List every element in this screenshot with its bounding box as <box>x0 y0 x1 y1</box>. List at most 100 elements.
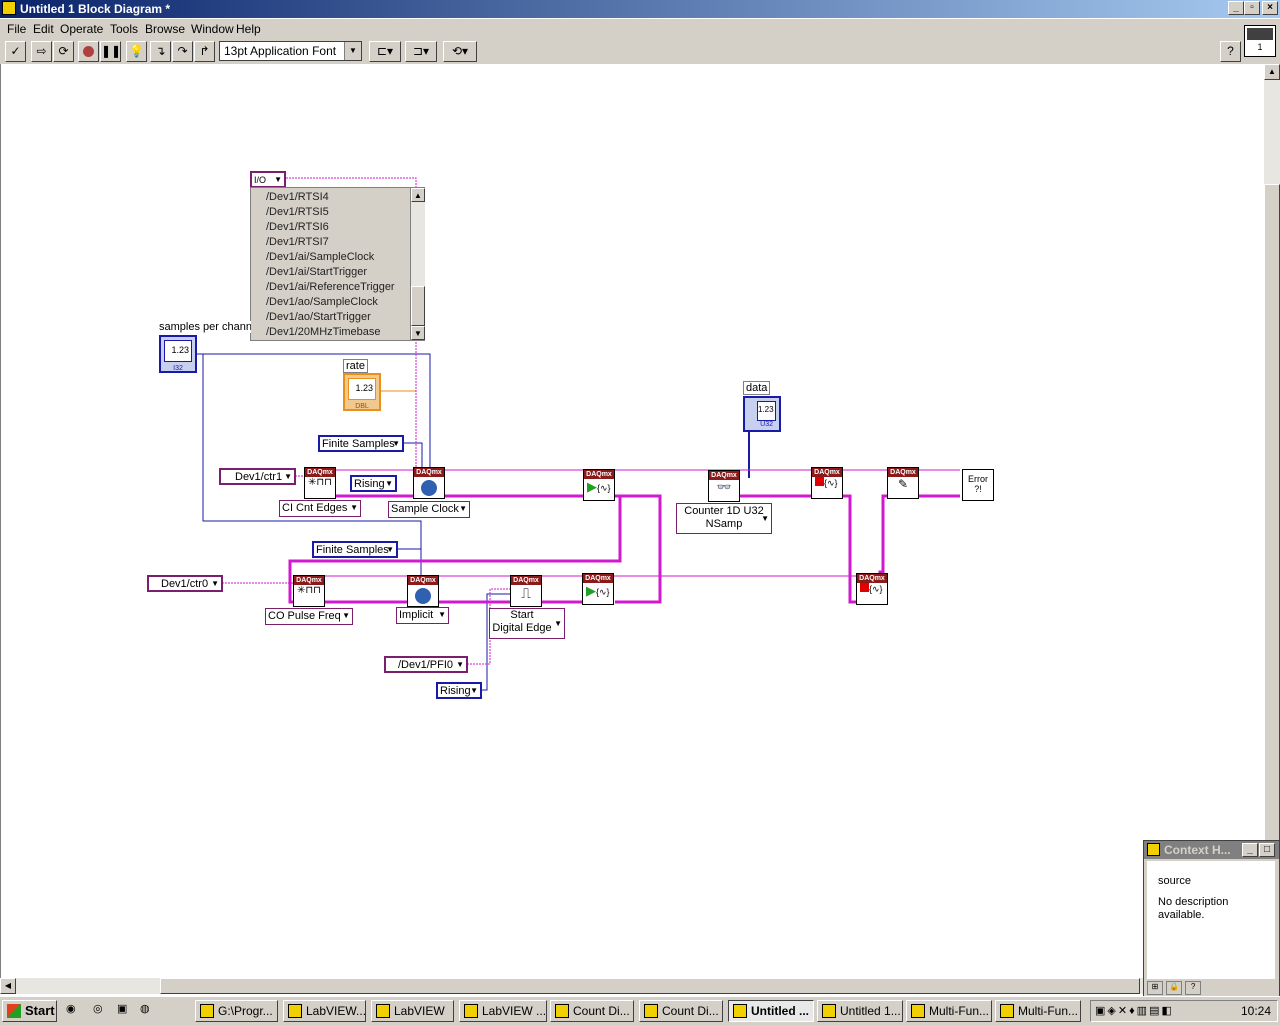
daqmx-header: DAQmx <box>511 576 541 585</box>
data-indicator[interactable]: 1.23 U32 <box>743 396 781 432</box>
daqmx-start-task-1[interactable]: DAQmx ▶{∿} <box>583 469 615 501</box>
rising-value: Rising <box>354 478 385 490</box>
io-icon: I/O <box>254 175 267 185</box>
wire-blue-samples <box>197 353 431 470</box>
list-scrollbar[interactable]: ▲ ▼ <box>410 188 425 340</box>
counter-read-selector[interactable]: Counter 1D U32 NSamp ▼ <box>676 503 772 534</box>
start-trigger-selector[interactable]: Start Digital Edge ▼ <box>489 608 565 639</box>
list-item[interactable]: /Dev1/RTSI7 <box>266 236 329 248</box>
daqmx-start-task-2[interactable]: DAQmx ▶{∿} <box>582 573 614 605</box>
daqmx-header: DAQmx <box>584 470 614 479</box>
daqmx-timing-implicit[interactable]: DAQmx <box>407 575 439 607</box>
dev1-ctr1-constant[interactable]: Dev1/ctr1 ▼ <box>219 468 296 485</box>
daqmx-header: DAQmx <box>305 468 335 477</box>
rate-control[interactable]: 1.23 DBL <box>343 373 381 411</box>
help-icon[interactable]: ? <box>1185 981 1202 995</box>
list-item[interactable]: /Dev1/RTSI6 <box>266 221 329 233</box>
quicklaunch-explorer-icon[interactable]: ◎ <box>93 1002 111 1020</box>
dev1-ctr1-value: Dev1/ctr1 <box>235 471 283 483</box>
chevron-down-icon: ▼ <box>350 503 358 512</box>
scroll-thumb[interactable] <box>1264 184 1280 884</box>
rising-constant-2[interactable]: Rising ▼ <box>436 682 482 699</box>
task-count-di-2[interactable]: Count Di... <box>639 1000 723 1022</box>
samples-per-channel-control[interactable]: 1.23 I32 <box>159 335 197 373</box>
numeric-value: 1.23 <box>348 378 376 400</box>
minimize-button[interactable]: _ <box>1242 843 1258 857</box>
scroll-up-icon[interactable]: ▲ <box>411 188 425 202</box>
detailed-help-icon[interactable]: 🔒 <box>1166 981 1183 995</box>
maximize-button[interactable]: □ <box>1259 843 1275 857</box>
task-multi-fun-2[interactable]: Multi-Fun... <box>995 1000 1081 1022</box>
list-item[interactable]: /Dev1/ai/StartTrigger <box>266 266 367 278</box>
scroll-down-icon[interactable]: ▼ <box>411 326 425 340</box>
task-label: LabVIEW... <box>306 1004 366 1018</box>
list-item[interactable]: /Dev1/ao/StartTrigger <box>266 311 371 323</box>
quicklaunch-firefox-icon[interactable]: ◍ <box>140 1002 158 1020</box>
ci-cnt-edges-selector[interactable]: CI Cnt Edges ▼ <box>279 500 361 517</box>
implicit-value: Implicit <box>399 609 434 621</box>
start-trigger-line2: Digital Edge <box>492 622 552 634</box>
implicit-selector[interactable]: Implicit ▼ <box>396 607 449 624</box>
scroll-up-icon[interactable]: ▲ <box>1264 64 1280 80</box>
daqmx-stop-task-1[interactable]: DAQmx {∿} <box>811 467 843 499</box>
simple-error-handler[interactable]: Error?! <box>962 469 994 501</box>
task-untitled-1[interactable]: Untitled 1... <box>817 1000 903 1022</box>
sample-clock-value: Sample Clock <box>391 503 459 515</box>
folder-icon <box>200 1004 214 1018</box>
task-untitled-active[interactable]: Untitled ... <box>728 1000 814 1022</box>
task-folder[interactable]: G:\Progr... <box>195 1000 278 1022</box>
rising-constant-1[interactable]: Rising ▼ <box>350 475 397 492</box>
scroll-thumb[interactable] <box>411 286 425 326</box>
list-item[interactable]: /Dev1/ai/ReferenceTrigger <box>266 281 395 293</box>
task-labview-help[interactable]: LabVIEW ... <box>459 1000 547 1022</box>
task-labview-browser[interactable]: LabVIEW... <box>283 1000 366 1022</box>
start-button[interactable]: Start <box>2 1000 57 1022</box>
quicklaunch-app-icon[interactable]: ▣ <box>117 1002 135 1020</box>
list-item[interactable]: /Dev1/20MHzTimebase <box>266 326 381 338</box>
finite-samples-constant-2[interactable]: Finite Samples ▼ <box>312 541 398 558</box>
chevron-down-icon: ▼ <box>211 579 219 588</box>
list-item[interactable]: /Dev1/ao/SampleClock <box>266 296 378 308</box>
lock-icon[interactable]: ⊞ <box>1147 981 1163 995</box>
scroll-thumb[interactable] <box>160 978 1140 994</box>
list-item[interactable]: /Dev1/RTSI4 <box>266 191 329 203</box>
finite-samples-constant-1[interactable]: Finite Samples ▼ <box>318 435 404 452</box>
tray-icons[interactable]: ▣◈✕♦▥▤◧ <box>1095 1004 1174 1017</box>
daqmx-timing-sample-clock[interactable]: DAQmx <box>413 467 445 499</box>
list-item[interactable]: /Dev1/RTSI5 <box>266 206 329 218</box>
daqmx-trigger[interactable]: DAQmx ⎍ <box>510 575 542 607</box>
chevron-down-icon: ▼ <box>284 472 292 481</box>
firefox-icon <box>288 1004 302 1018</box>
source-constant[interactable]: I/O ▼ <box>250 171 286 188</box>
daqmx-read[interactable]: DAQmx 👓 <box>708 470 740 502</box>
daqmx-clear-task[interactable]: DAQmx ✎ <box>887 467 919 499</box>
source-dropdown-list[interactable]: /Dev1/RTSI4 /Dev1/RTSI5 /Dev1/RTSI6 /Dev… <box>250 187 425 341</box>
numeric-value: 1.23 <box>164 340 192 362</box>
sample-clock-selector[interactable]: Sample Clock ▼ <box>388 501 470 518</box>
dev1-ctr0-constant[interactable]: Dev1/ctr0 ▼ <box>147 575 223 592</box>
daqmx-header: DAQmx <box>414 468 444 477</box>
quicklaunch-ie-icon[interactable]: ◉ <box>66 1002 84 1020</box>
chevron-down-icon: ▼ <box>392 439 400 448</box>
type-u32: U32 <box>760 421 773 428</box>
task-count-di-1[interactable]: Count Di... <box>550 1000 634 1022</box>
error-text: Error <box>968 474 988 484</box>
daqmx-stop-task-2[interactable]: DAQmx {∿} <box>856 573 888 605</box>
chevron-down-icon: ▼ <box>274 175 282 184</box>
co-pulse-freq-selector[interactable]: CO Pulse Freq ▼ <box>265 608 353 625</box>
list-item[interactable]: /Dev1/ai/SampleClock <box>266 251 374 263</box>
context-help-title: Context H... <box>1164 843 1231 857</box>
context-help-item: source <box>1158 875 1192 887</box>
task-label: Count Di... <box>662 1004 719 1018</box>
finite-samples-value: Finite Samples <box>322 438 395 450</box>
task-labview[interactable]: LabVIEW <box>371 1000 454 1022</box>
daqmx-create-channel-ci[interactable]: DAQmx ✳⊓⊓ <box>304 467 336 499</box>
daqmx-create-channel-co[interactable]: DAQmx ✳⊓⊓ <box>293 575 325 607</box>
task-multi-fun-1[interactable]: Multi-Fun... <box>906 1000 992 1022</box>
taskbar: Start ◉ ◎ ▣ ◍ G:\Progr... LabVIEW... Lab… <box>0 996 1280 1025</box>
labview-icon <box>555 1004 569 1018</box>
context-help-window[interactable]: Context H... _ □ source No description a… <box>1143 840 1280 997</box>
horizontal-scrollbar[interactable]: ◀ <box>0 978 1264 994</box>
dev1-pfi0-constant[interactable]: /Dev1/PFI0 ▼ <box>384 656 468 673</box>
scroll-left-icon[interactable]: ◀ <box>0 978 16 994</box>
